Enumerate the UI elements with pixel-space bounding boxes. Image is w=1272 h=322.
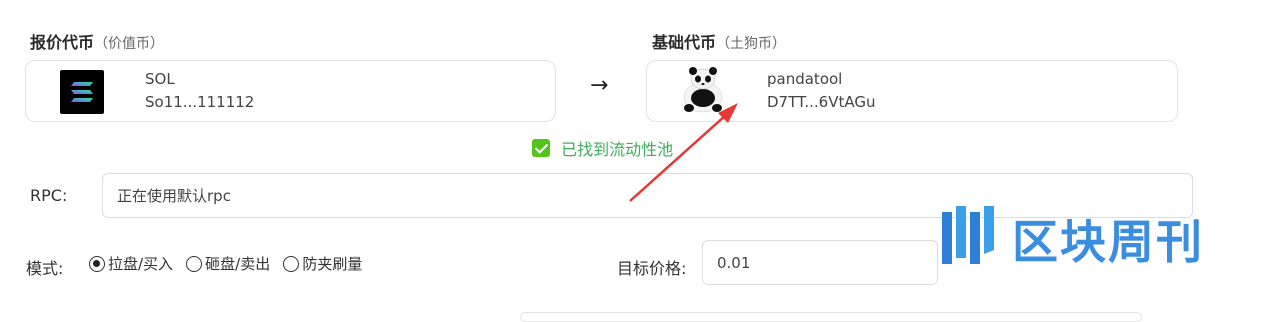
mode-radio-group: 拉盘/买入 砸盘/卖出 防夹刷量: [89, 253, 370, 274]
quote-token-title: 报价代币（价值币）: [30, 29, 164, 53]
target-price-label: 目标价格:: [617, 259, 687, 278]
check-icon: [532, 139, 550, 157]
target-price-input[interactable]: 0.01: [702, 240, 938, 285]
quote-token-name: SOL: [145, 70, 175, 88]
rpc-input-value: 正在使用默认rpc: [117, 187, 231, 205]
annotation-arrow-icon: [629, 103, 738, 202]
base-subtitle: （土狗币）: [716, 36, 787, 52]
watermark-text: 区块周刊: [1012, 215, 1204, 269]
base-token-address: D7TT...6VtAGu: [767, 93, 876, 111]
mode-label: 模式:: [26, 259, 64, 278]
base-token-title: 基础代币（土狗币）: [652, 29, 786, 53]
watermark-logo-icon: [942, 206, 994, 264]
next-field-partial[interactable]: [520, 312, 1142, 322]
watermark: 区块周刊: [940, 200, 1250, 270]
radio-pump-buy-label[interactable]: 拉盘/买入: [108, 255, 173, 273]
quote-token-card[interactable]: SOL So11...111112: [25, 60, 556, 122]
radio-anti-sandwich[interactable]: [283, 255, 300, 272]
radio-dump-sell-label[interactable]: 砸盘/卖出: [205, 255, 270, 273]
radio-dump-sell[interactable]: [186, 255, 203, 272]
quote-subtitle: （价值币）: [94, 36, 165, 52]
arrow-right-icon: →: [590, 73, 609, 98]
radio-anti-sandwich-label[interactable]: 防夹刷量: [302, 255, 362, 273]
base-token-name: pandatool: [767, 70, 843, 88]
quote-token-address: So11...111112: [145, 93, 255, 111]
solana-logo-icon: [60, 70, 104, 114]
target-price-value: 0.01: [717, 253, 751, 272]
base-title-text: 基础代币: [652, 33, 717, 52]
rpc-label: RPC:: [30, 186, 68, 205]
radio-pump-buy[interactable]: [89, 255, 105, 272]
quote-title-text: 报价代币: [30, 33, 95, 52]
